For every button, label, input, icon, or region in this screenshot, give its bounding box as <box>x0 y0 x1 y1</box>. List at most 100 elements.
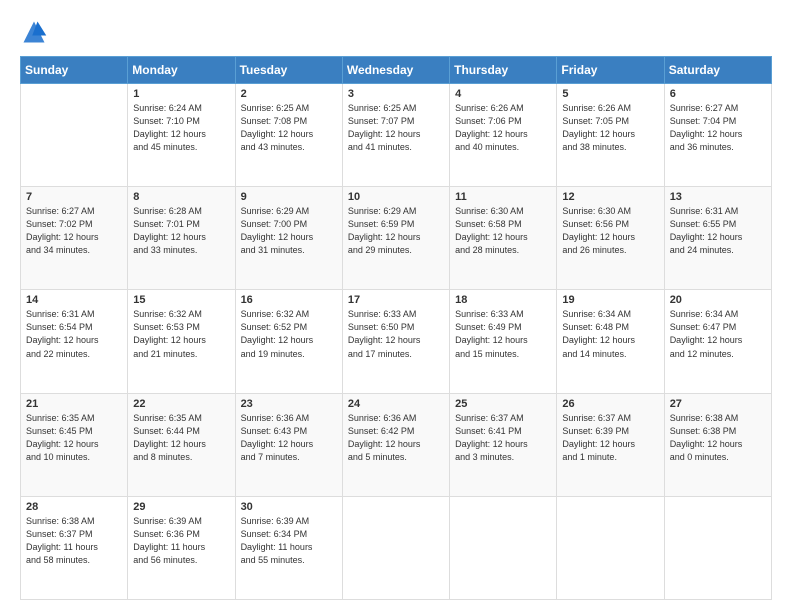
day-number: 30 <box>241 501 337 513</box>
calendar-cell: 12 Sunrise: 6:30 AMSunset: 6:56 PMDayligh… <box>557 187 664 290</box>
day-number: 15 <box>133 294 229 306</box>
day-number: 13 <box>670 191 766 203</box>
cell-details: Sunrise: 6:36 AMSunset: 6:42 PMDaylight:… <box>348 412 444 464</box>
cell-details: Sunrise: 6:38 AMSunset: 6:38 PMDaylight:… <box>670 412 766 464</box>
day-number: 17 <box>348 294 444 306</box>
day-number: 7 <box>26 191 122 203</box>
calendar-row-3: 21 Sunrise: 6:35 AMSunset: 6:45 PMDayligh… <box>21 393 772 496</box>
day-number: 18 <box>455 294 551 306</box>
cell-details: Sunrise: 6:30 AMSunset: 6:58 PMDaylight:… <box>455 205 551 257</box>
calendar-cell: 9 Sunrise: 6:29 AMSunset: 7:00 PMDaylight… <box>235 187 342 290</box>
calendar-cell: 25 Sunrise: 6:37 AMSunset: 6:41 PMDayligh… <box>450 393 557 496</box>
calendar-cell <box>450 496 557 599</box>
header <box>20 18 772 46</box>
weekday-header-tuesday: Tuesday <box>235 57 342 84</box>
calendar-cell: 1Sunrise: 6:24 AMSunset: 7:10 PMDaylight… <box>128 84 235 187</box>
calendar-cell <box>342 496 449 599</box>
calendar-cell: 6 Sunrise: 6:27 AMSunset: 7:04 PMDaylight… <box>664 84 771 187</box>
cell-details: Sunrise: 6:39 AMSunset: 6:34 PMDaylight:… <box>241 515 337 567</box>
cell-details: Sunrise: 6:34 AMSunset: 6:47 PMDaylight:… <box>670 308 766 360</box>
day-number: 5 <box>562 88 658 100</box>
day-number: 9 <box>241 191 337 203</box>
calendar-cell <box>21 84 128 187</box>
day-number: 4 <box>455 88 551 100</box>
cell-details: Sunrise: 6:33 AMSunset: 6:50 PMDaylight:… <box>348 308 444 360</box>
calendar-cell: 24 Sunrise: 6:36 AMSunset: 6:42 PMDayligh… <box>342 393 449 496</box>
calendar-row-4: 28Sunrise: 6:38 AMSunset: 6:37 PMDayligh… <box>21 496 772 599</box>
cell-details: Sunrise: 6:35 AMSunset: 6:45 PMDaylight:… <box>26 412 122 464</box>
calendar-cell: 29 Sunrise: 6:39 AMSunset: 6:36 PMDayligh… <box>128 496 235 599</box>
cell-details: Sunrise: 6:26 AMSunset: 7:05 PMDaylight:… <box>562 102 658 154</box>
cell-details: Sunrise: 6:32 AMSunset: 6:52 PMDaylight:… <box>241 308 337 360</box>
calendar-cell: 19Sunrise: 6:34 AMSunset: 6:48 PMDayligh… <box>557 290 664 393</box>
logo <box>20 18 52 46</box>
cell-details: Sunrise: 6:39 AMSunset: 6:36 PMDaylight:… <box>133 515 229 567</box>
cell-details: Sunrise: 6:28 AMSunset: 7:01 PMDaylight:… <box>133 205 229 257</box>
calendar-cell: 27 Sunrise: 6:38 AMSunset: 6:38 PMDayligh… <box>664 393 771 496</box>
logo-icon <box>20 18 48 46</box>
calendar-cell <box>664 496 771 599</box>
calendar-cell: 4Sunrise: 6:26 AMSunset: 7:06 PMDaylight… <box>450 84 557 187</box>
cell-details: Sunrise: 6:37 AMSunset: 6:41 PMDaylight:… <box>455 412 551 464</box>
day-number: 12 <box>562 191 658 203</box>
calendar-cell: 10 Sunrise: 6:29 AMSunset: 6:59 PMDayligh… <box>342 187 449 290</box>
calendar-cell: 22 Sunrise: 6:35 AMSunset: 6:44 PMDayligh… <box>128 393 235 496</box>
weekday-header-sunday: Sunday <box>21 57 128 84</box>
cell-details: Sunrise: 6:30 AMSunset: 6:56 PMDaylight:… <box>562 205 658 257</box>
cell-details: Sunrise: 6:32 AMSunset: 6:53 PMDaylight:… <box>133 308 229 360</box>
day-number: 10 <box>348 191 444 203</box>
cell-details: Sunrise: 6:36 AMSunset: 6:43 PMDaylight:… <box>241 412 337 464</box>
day-number: 26 <box>562 398 658 410</box>
calendar-cell <box>557 496 664 599</box>
calendar-row-1: 7 Sunrise: 6:27 AMSunset: 7:02 PMDaylight… <box>21 187 772 290</box>
calendar-cell: 7 Sunrise: 6:27 AMSunset: 7:02 PMDaylight… <box>21 187 128 290</box>
cell-details: Sunrise: 6:29 AMSunset: 6:59 PMDaylight:… <box>348 205 444 257</box>
cell-details: Sunrise: 6:29 AMSunset: 7:00 PMDaylight:… <box>241 205 337 257</box>
calendar-page: SundayMondayTuesdayWednesdayThursdayFrid… <box>0 0 792 612</box>
day-number: 22 <box>133 398 229 410</box>
calendar-row-0: 1Sunrise: 6:24 AMSunset: 7:10 PMDaylight… <box>21 84 772 187</box>
day-number: 16 <box>241 294 337 306</box>
calendar-cell: 17 Sunrise: 6:33 AMSunset: 6:50 PMDayligh… <box>342 290 449 393</box>
cell-details: Sunrise: 6:24 AMSunset: 7:10 PMDaylight:… <box>133 102 229 154</box>
weekday-header-row: SundayMondayTuesdayWednesdayThursdayFrid… <box>21 57 772 84</box>
weekday-header-monday: Monday <box>128 57 235 84</box>
calendar-cell: 18 Sunrise: 6:33 AMSunset: 6:49 PMDayligh… <box>450 290 557 393</box>
calendar-cell: 28Sunrise: 6:38 AMSunset: 6:37 PMDayligh… <box>21 496 128 599</box>
cell-details: Sunrise: 6:35 AMSunset: 6:44 PMDaylight:… <box>133 412 229 464</box>
calendar-cell: 16 Sunrise: 6:32 AMSunset: 6:52 PMDayligh… <box>235 290 342 393</box>
calendar-cell: 11 Sunrise: 6:30 AMSunset: 6:58 PMDayligh… <box>450 187 557 290</box>
day-number: 29 <box>133 501 229 513</box>
cell-details: Sunrise: 6:27 AMSunset: 7:02 PMDaylight:… <box>26 205 122 257</box>
calendar-row-2: 14Sunrise: 6:31 AMSunset: 6:54 PMDayligh… <box>21 290 772 393</box>
day-number: 20 <box>670 294 766 306</box>
cell-details: Sunrise: 6:31 AMSunset: 6:54 PMDaylight:… <box>26 308 122 360</box>
day-number: 23 <box>241 398 337 410</box>
day-number: 27 <box>670 398 766 410</box>
day-number: 2 <box>241 88 337 100</box>
cell-details: Sunrise: 6:34 AMSunset: 6:48 PMDaylight:… <box>562 308 658 360</box>
weekday-header-thursday: Thursday <box>450 57 557 84</box>
day-number: 25 <box>455 398 551 410</box>
day-number: 21 <box>26 398 122 410</box>
cell-details: Sunrise: 6:31 AMSunset: 6:55 PMDaylight:… <box>670 205 766 257</box>
cell-details: Sunrise: 6:25 AMSunset: 7:07 PMDaylight:… <box>348 102 444 154</box>
calendar-cell: 2 Sunrise: 6:25 AMSunset: 7:08 PMDaylight… <box>235 84 342 187</box>
day-number: 28 <box>26 501 122 513</box>
calendar-cell: 21 Sunrise: 6:35 AMSunset: 6:45 PMDayligh… <box>21 393 128 496</box>
day-number: 6 <box>670 88 766 100</box>
weekday-header-wednesday: Wednesday <box>342 57 449 84</box>
calendar-cell: 8 Sunrise: 6:28 AMSunset: 7:01 PMDaylight… <box>128 187 235 290</box>
calendar-cell: 14Sunrise: 6:31 AMSunset: 6:54 PMDayligh… <box>21 290 128 393</box>
calendar-cell: 13 Sunrise: 6:31 AMSunset: 6:55 PMDayligh… <box>664 187 771 290</box>
calendar-cell: 3Sunrise: 6:25 AMSunset: 7:07 PMDaylight… <box>342 84 449 187</box>
calendar-table: SundayMondayTuesdayWednesdayThursdayFrid… <box>20 56 772 600</box>
calendar-cell: 30 Sunrise: 6:39 AMSunset: 6:34 PMDayligh… <box>235 496 342 599</box>
day-number: 11 <box>455 191 551 203</box>
cell-details: Sunrise: 6:25 AMSunset: 7:08 PMDaylight:… <box>241 102 337 154</box>
day-number: 8 <box>133 191 229 203</box>
cell-details: Sunrise: 6:27 AMSunset: 7:04 PMDaylight:… <box>670 102 766 154</box>
day-number: 24 <box>348 398 444 410</box>
cell-details: Sunrise: 6:33 AMSunset: 6:49 PMDaylight:… <box>455 308 551 360</box>
calendar-cell: 26Sunrise: 6:37 AMSunset: 6:39 PMDayligh… <box>557 393 664 496</box>
